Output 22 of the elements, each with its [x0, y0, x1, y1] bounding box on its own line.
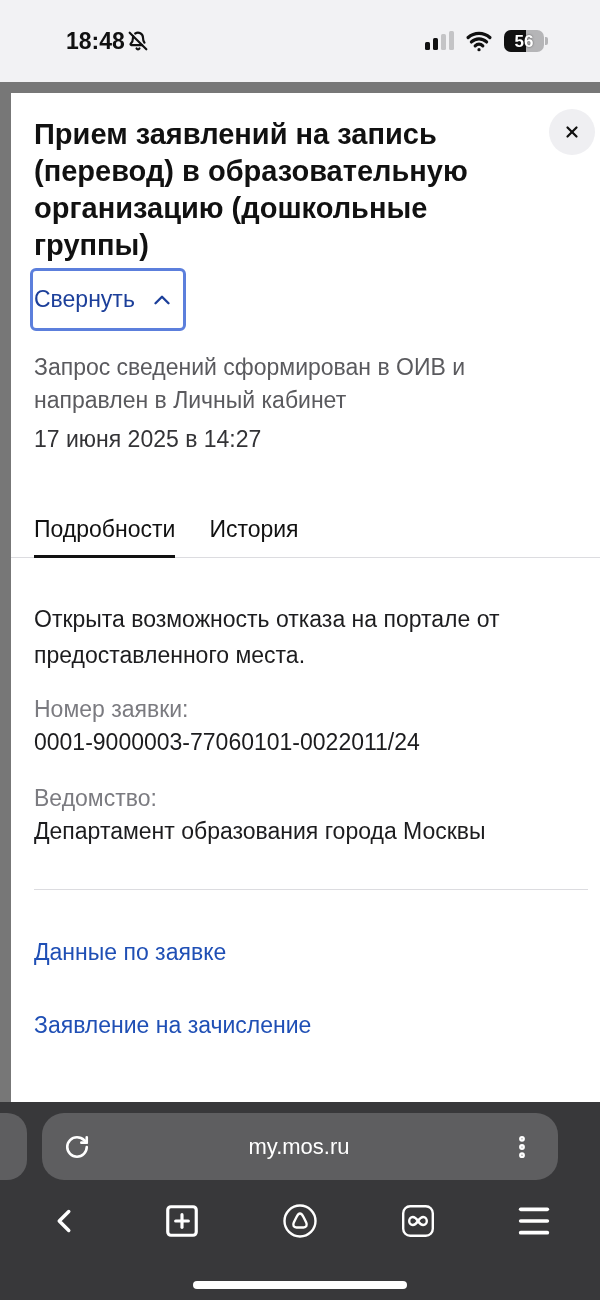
infinity-square-icon[interactable]	[402, 1205, 434, 1237]
sheet-title: Прием заявлений на запись (перевод) в образовательную организацию (дошкольные группы)	[34, 117, 469, 263]
new-tab-icon[interactable]	[163, 1202, 201, 1240]
clock-time: 18:48	[66, 29, 125, 53]
field-label: Номер заявки:	[34, 695, 190, 724]
close-button[interactable]	[549, 109, 595, 155]
tab[interactable]: Подробности	[34, 505, 176, 558]
field-value: 0001-9000003-77060101-0022011/24	[34, 728, 421, 757]
link[interactable]: Данные по заявке	[34, 936, 227, 969]
notice-text: Открыта возможность отказа на портале от предоставленного места.	[34, 605, 501, 670]
link[interactable]: Заявление на зачисление	[34, 1009, 312, 1042]
reload-icon[interactable]	[64, 1133, 90, 1160]
field-label: Ведомство:	[34, 784, 158, 813]
status-date: 17 июня 2025 в 14:27	[34, 425, 263, 454]
cellular-signal-icon	[425, 31, 455, 51]
status-message: Запрос сведений сформирован в ОИВ и направлен в Личный кабинет	[34, 353, 467, 415]
field-value: Департамент образования города Москвы	[34, 817, 487, 846]
tab[interactable]: История	[209, 505, 299, 558]
close-icon	[563, 123, 581, 141]
collapse-button[interactable]: Свернуть	[30, 268, 186, 331]
address-bar[interactable]: my.mos.ru	[42, 1113, 558, 1180]
muted-bell-icon	[127, 31, 148, 51]
